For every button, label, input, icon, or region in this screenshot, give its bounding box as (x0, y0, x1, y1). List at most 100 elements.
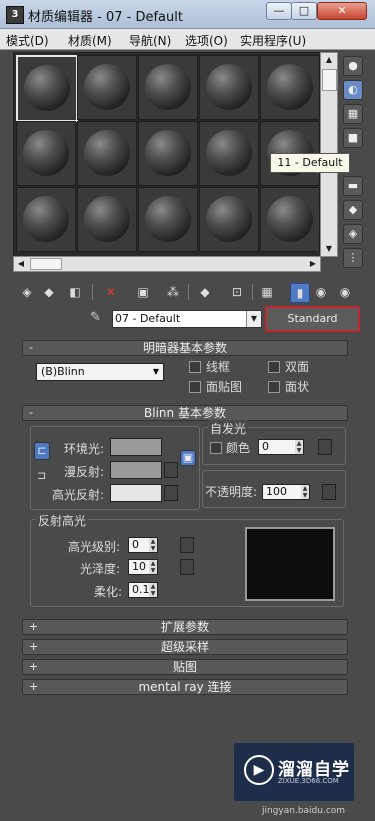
opacity-map-button[interactable] (322, 484, 336, 500)
rollout-blinn-basic[interactable]: - Blinn 基本参数 (22, 405, 348, 421)
sample-slot[interactable] (16, 187, 76, 252)
close-button[interactable]: ✕ (317, 2, 367, 20)
go-forward-sibling-icon[interactable]: ◉ (336, 283, 354, 301)
minimize-button[interactable]: — (266, 2, 292, 20)
menu-utilities[interactable]: 实用程序(U) (240, 32, 306, 49)
assign-to-selection-icon[interactable]: ◧ (66, 283, 84, 301)
sample-slot[interactable] (138, 187, 198, 252)
rollout-mental-ray[interactable]: + mental ray 连接 (22, 679, 348, 695)
lock-ambient-diffuse-icon[interactable]: ⊏ (34, 442, 50, 460)
sample-slot[interactable] (77, 55, 137, 120)
material-type-button[interactable]: Standard (265, 306, 360, 332)
material-type-label: Standard (287, 312, 338, 325)
sample-slot[interactable] (199, 187, 259, 252)
sample-slot[interactable] (260, 55, 320, 120)
self-illum-spinner[interactable]: 0 ▲ ▼ (258, 439, 304, 455)
spinner-arrows-icon[interactable]: ▲ ▼ (295, 440, 303, 454)
material-sphere (84, 130, 130, 176)
toolbar-separator (188, 284, 189, 300)
ambient-color-swatch[interactable] (110, 438, 162, 456)
app-icon: 3 (6, 6, 24, 24)
specular-level-spinner[interactable]: 0 ▲ ▼ (128, 537, 158, 553)
select-by-material-icon[interactable]: ⋮ (343, 248, 363, 268)
specular-label: 高光反射: (52, 488, 105, 502)
copy-material-icon[interactable]: ▣ (134, 283, 152, 301)
glossiness-map-button[interactable] (180, 559, 194, 575)
eyedropper-icon[interactable]: ✎ (90, 310, 106, 326)
menu-mode[interactable]: 模式(D) (6, 32, 49, 49)
specular-map-button[interactable] (164, 485, 178, 501)
scroll-thumb[interactable] (30, 258, 62, 270)
sample-type-icon[interactable]: ● (343, 56, 363, 76)
wire-checkbox[interactable] (189, 361, 201, 373)
get-material-icon[interactable]: ◈ (18, 283, 36, 301)
scroll-right-icon[interactable]: ▶ (306, 257, 320, 271)
spinner-arrows-icon[interactable]: ▲ ▼ (149, 583, 157, 597)
sample-slot[interactable] (199, 55, 259, 120)
shader-type-dropdown[interactable]: (B)Blinn ▼ (36, 363, 164, 381)
menu-options[interactable]: 选项(O) (185, 32, 228, 49)
put-to-library-icon[interactable]: ◆ (196, 283, 214, 301)
lock-icon[interactable]: ▣ (180, 450, 196, 466)
put-to-scene-icon[interactable]: ◆ (40, 283, 58, 301)
maximize-button[interactable]: □ (291, 2, 317, 20)
spinner-arrows-icon[interactable]: ▲ ▼ (149, 538, 157, 552)
sample-slot[interactable] (77, 187, 137, 252)
uv-tiling-icon[interactable]: ■ (343, 128, 363, 148)
menu-navigation[interactable]: 导航(N) (129, 32, 171, 49)
make-preview-icon[interactable]: ◆ (343, 200, 363, 220)
opacity-label: 不透明度: (205, 485, 258, 499)
specular-color-swatch[interactable] (110, 484, 162, 502)
rollout-supersampling[interactable]: + 超级采样 (22, 639, 348, 655)
scroll-down-icon[interactable]: ▼ (321, 242, 337, 256)
show-end-result-icon[interactable]: ▮ (290, 283, 310, 303)
menu-material[interactable]: 材质(M) (68, 32, 112, 49)
go-to-parent-icon[interactable]: ◉ (312, 283, 330, 301)
spinner-arrows-icon[interactable]: ▲ ▼ (301, 485, 309, 499)
opacity-spinner[interactable]: 100 ▲ ▼ (262, 484, 310, 500)
chevron-down-icon[interactable]: ▼ (246, 311, 261, 327)
diffuse-color-swatch[interactable] (110, 461, 162, 479)
sample-slot[interactable] (16, 55, 78, 122)
specular-level-label: 高光级别: (68, 540, 121, 554)
glossiness-spinner[interactable]: 10 ▲ ▼ (128, 559, 158, 575)
glossiness-value: 10 (132, 560, 146, 573)
spinner-arrows-icon[interactable]: ▲ ▼ (149, 560, 157, 574)
options-icon[interactable]: ◈ (343, 224, 363, 244)
horizontal-scrollbar[interactable]: ◀ ▶ (13, 256, 321, 272)
reset-material-icon[interactable]: ✕ (102, 283, 120, 301)
rollout-shader-basic[interactable]: - 明暗器基本参数 (22, 340, 348, 356)
video-check-icon[interactable]: ▬ (343, 176, 363, 196)
material-sphere (145, 196, 191, 242)
self-illum-color-label: 颜色 (226, 441, 251, 455)
make-unique-icon[interactable]: ⁂ (164, 283, 182, 301)
self-illum-map-button[interactable] (318, 439, 332, 455)
material-id-icon[interactable]: ⊡ (228, 283, 246, 301)
scroll-left-icon[interactable]: ◀ (14, 257, 28, 271)
sample-slot[interactable] (16, 121, 76, 186)
material-name-input[interactable] (115, 311, 243, 325)
self-illum-color-checkbox[interactable] (210, 442, 222, 454)
scroll-thumb[interactable] (322, 69, 337, 91)
material-name-field[interactable]: ▼ (112, 310, 262, 328)
sample-slot[interactable] (260, 187, 320, 252)
sample-slot[interactable] (199, 121, 259, 186)
sample-slot[interactable] (138, 55, 198, 120)
faceted-checkbox[interactable] (268, 381, 280, 393)
sample-slot[interactable] (77, 121, 137, 186)
rollout-extended[interactable]: + 扩展参数 (22, 619, 348, 635)
lock-diffuse-specular-icon[interactable]: ⊐ (37, 469, 46, 482)
specular-level-map-button[interactable] (180, 537, 194, 553)
material-sphere (24, 65, 70, 111)
rollout-title: 超级采样 (160, 640, 209, 654)
rollout-maps[interactable]: + 贴图 (22, 659, 348, 675)
scroll-up-icon[interactable]: ▲ (321, 53, 337, 67)
backlight-icon[interactable]: ◐ (343, 80, 363, 100)
sample-slot[interactable] (138, 121, 198, 186)
diffuse-map-button[interactable] (164, 462, 178, 478)
two-sided-checkbox[interactable] (268, 361, 280, 373)
show-map-icon[interactable]: ▦ (258, 283, 276, 301)
soften-spinner[interactable]: 0.1 ▲ ▼ (128, 582, 158, 598)
background-icon[interactable]: ▦ (343, 104, 363, 124)
face-map-checkbox[interactable] (189, 381, 201, 393)
